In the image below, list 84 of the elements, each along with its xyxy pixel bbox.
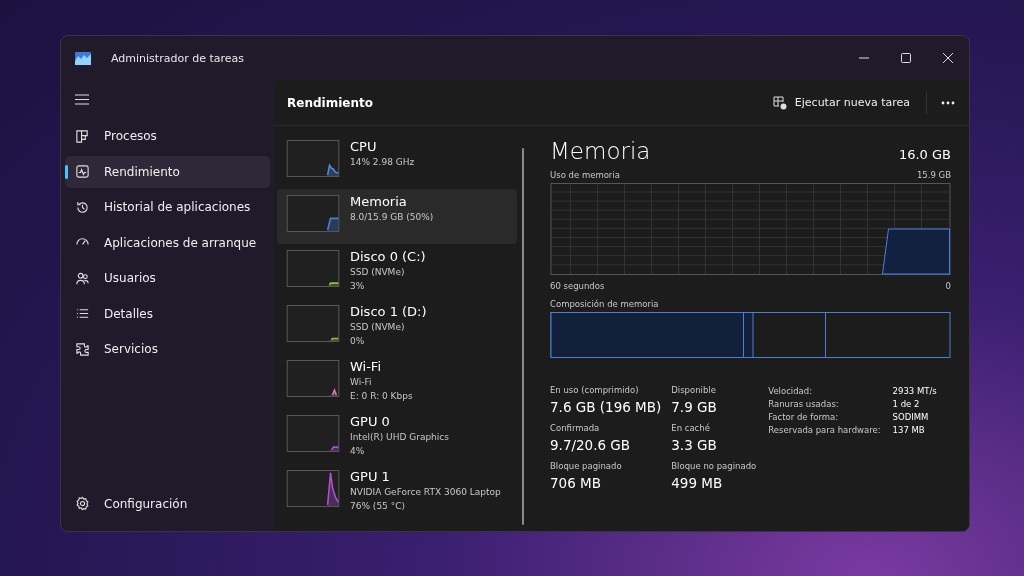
window-title: Administrador de tareas: [111, 51, 245, 65]
axis-zero: 0: [945, 281, 951, 292]
usage-graph: [286, 305, 340, 342]
sidebar-item[interactable]: Usuarios: [65, 262, 270, 294]
device-name: GPU 1: [350, 468, 391, 485]
settings-button[interactable]: Configuración: [65, 487, 270, 520]
sidebar-item[interactable]: Rendimiento: [65, 155, 270, 188]
stat-value: 7.6 GB (196 MB): [550, 398, 662, 417]
spec-value: 137 MB: [892, 425, 926, 435]
app-icon: [75, 51, 91, 65]
device-info: 0%: [350, 335, 366, 348]
usage-graph: [286, 470, 340, 507]
chart-max: 15.9 GB: [916, 170, 951, 181]
stat-value: 3.3 GB: [671, 436, 718, 455]
sidebar-item[interactable]: Procesos: [65, 120, 270, 152]
stat-label: En uso (comprimido): [550, 384, 640, 397]
more-icon: [941, 100, 955, 105]
sidebar-item[interactable]: Historial de aplicaciones: [65, 191, 270, 223]
device-item[interactable]: GPU 1 NVIDIA GeForce RTX 3060 Laptop 76% (55 °C): [277, 464, 517, 519]
composition-label: Composición de memoria: [550, 299, 659, 310]
stat-label: Bloque paginado: [550, 460, 623, 473]
device-info: Intel(R) UHD Graphics: [350, 431, 449, 444]
device-name: Memoria: [350, 193, 408, 210]
detail-title: Memoria: [550, 138, 651, 164]
stat-value: 706 MB: [550, 474, 602, 493]
spec-label: Factor de forma:: [768, 412, 840, 422]
sidebar-item[interactable]: Detalles: [65, 297, 270, 330]
device-item[interactable]: Memoria 8.0/15.9 GB (50%): [277, 189, 517, 244]
stat-value: 499 MB: [671, 474, 724, 493]
usage-graph: [286, 140, 340, 177]
device-name: Disco 0 (C:): [350, 248, 426, 265]
usage-graph: [286, 195, 340, 232]
history-icon: [75, 199, 90, 215]
stat-label: Confirmada: [550, 422, 601, 435]
device-info: E: 0 R: 0 Kbps: [350, 390, 413, 403]
device-info: SSD (NVMe): [350, 266, 406, 279]
puzzle-icon: [75, 341, 90, 357]
spec-value: SODIMM: [892, 412, 930, 422]
run-task-button[interactable]: Ejecutar nueva tarea: [766, 91, 916, 114]
maximize-icon: [901, 53, 911, 63]
device-info: 4%: [350, 445, 366, 458]
time-span: 60 segundos: [550, 281, 605, 292]
close-icon: [943, 53, 953, 63]
usage-graph: [286, 415, 340, 452]
sidebar-item[interactable]: Aplicaciones de arranque: [65, 226, 270, 259]
list-icon: [75, 306, 90, 321]
menu-icon: [75, 93, 89, 105]
spec-label: Velocidad:: [768, 386, 814, 396]
device-name: GPU 0: [350, 413, 391, 430]
page-title: Rendimiento: [287, 95, 374, 110]
usage-graph: [286, 360, 340, 397]
total-memory: 16.0 GB: [898, 147, 951, 162]
grid-icon: [75, 128, 90, 144]
stat-label: En caché: [671, 422, 711, 435]
stat-label: Disponible: [671, 384, 717, 397]
device-item[interactable]: CPU 14% 2.98 GHz: [277, 134, 517, 189]
device-info: 76% (55 °C): [350, 500, 406, 513]
settings-icon: [75, 496, 90, 511]
device-info: 14% 2.98 GHz: [350, 156, 415, 169]
device-name: CPU: [350, 138, 378, 155]
device-info: NVIDIA GeForce RTX 3060 Laptop: [350, 486, 501, 499]
users-icon: [75, 270, 90, 286]
spec-value: 2933 MT/s: [892, 386, 937, 396]
device-info: SSD (NVMe): [350, 321, 406, 334]
chart-label: Uso de memoria: [550, 170, 620, 181]
device-item[interactable]: GPU 0 Intel(R) UHD Graphics 4%: [277, 409, 517, 464]
device-item[interactable]: Wi-Fi Wi-Fi E: 0 R: 0 Kbps: [277, 354, 517, 409]
device-name: Wi-Fi: [350, 358, 382, 375]
spec-label: Reservada para hardware:: [768, 425, 881, 435]
device-item[interactable]: Disco 1 (D:) SSD (NVMe) 0%: [277, 299, 517, 354]
device-item[interactable]: Disco 0 (C:) SSD (NVMe) 3%: [277, 244, 517, 299]
device-info: 8.0/15.9 GB (50%): [350, 211, 434, 224]
stat-value: 9.7/20.6 GB: [550, 436, 632, 455]
sidebar-item[interactable]: Servicios: [65, 333, 270, 365]
usage-graph: [286, 250, 340, 287]
new-task-icon: [772, 95, 787, 110]
device-info: Wi-Fi: [350, 376, 373, 389]
stat-value: 7.9 GB: [671, 398, 718, 417]
spec-label: Ranuras usadas:: [768, 399, 840, 409]
spec-value: 1 de 2: [892, 399, 921, 409]
pulse-icon: [75, 164, 90, 179]
device-info: 3%: [350, 280, 366, 293]
device-name: Disco 1 (D:): [350, 303, 427, 320]
stat-label: Bloque no paginado: [671, 460, 757, 473]
